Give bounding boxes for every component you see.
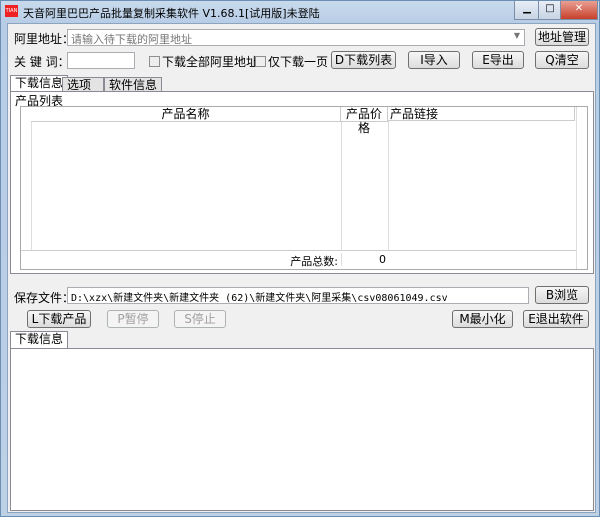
checkbox-label: 仅下载一页 xyxy=(268,55,329,69)
export-button[interactable]: E导出 xyxy=(472,51,524,69)
save-path-input[interactable]: D:\xzx\新建文件夹\新建文件夹 (62)\新建文件夹\阿里采集\csv08… xyxy=(67,287,529,304)
address-placeholder: 请输入待下载的阿里地址 xyxy=(71,33,192,46)
app-logo-icon: TIAN xyxy=(5,5,18,17)
exit-button[interactable]: E退出软件 xyxy=(523,310,589,328)
column-divider xyxy=(31,107,32,269)
clear-button[interactable]: Q清空 xyxy=(535,51,589,69)
save-file-label: 保存文件： xyxy=(14,291,75,305)
total-value: 0 xyxy=(341,253,386,266)
column-header-name[interactable]: 产品名称 xyxy=(31,107,341,122)
total-row: 产品总数: 0 xyxy=(21,250,576,269)
address-label: 阿里地址： xyxy=(14,32,75,46)
window-title: 天音阿里巴巴产品批量复制采集软件 V1.68.1[试用版]未登陆 xyxy=(23,7,320,20)
import-button[interactable]: I导入 xyxy=(408,51,460,69)
stop-button[interactable]: S停止 xyxy=(174,310,226,328)
minimize-button[interactable]: M最小化 xyxy=(452,310,513,328)
log-area[interactable] xyxy=(10,348,594,511)
checkbox-icon xyxy=(255,56,266,67)
address-input[interactable]: 请输入待下载的阿里地址 ▼ xyxy=(67,29,525,46)
app-window: TIAN 天音阿里巴巴产品批量复制采集软件 V1.68.1[试用版]未登陆 ▁ … xyxy=(0,0,600,517)
one-page-checkbox[interactable]: 仅下载一页 xyxy=(255,53,328,70)
pause-button[interactable]: P暂停 xyxy=(107,310,159,328)
chevron-down-icon[interactable]: ▼ xyxy=(514,31,520,40)
download-all-checkbox[interactable]: 下载全部阿里地址 xyxy=(149,53,258,70)
checkbox-icon xyxy=(149,56,160,67)
maximize-icon[interactable]: □ xyxy=(538,1,562,20)
column-header-price[interactable]: 产品价格 xyxy=(341,107,388,135)
keyword-label: 关 键 词： xyxy=(14,55,70,69)
address-manage-button[interactable]: 地址管理 xyxy=(535,28,589,46)
keyword-input[interactable] xyxy=(67,52,135,69)
checkbox-label: 下载全部阿里地址 xyxy=(162,55,259,69)
close-icon[interactable]: ✕ xyxy=(560,1,598,20)
column-divider xyxy=(341,107,342,269)
product-table: 产品名称 产品价格 产品链接 产品总数: 0 xyxy=(20,106,588,270)
column-header-link[interactable]: 产品链接 xyxy=(388,107,575,121)
download-list-button[interactable]: D下载列表 xyxy=(331,51,396,69)
download-info-panel: 产品列表 产品名称 产品价格 产品链接 产品总数: 0 xyxy=(10,91,594,274)
column-divider xyxy=(388,107,389,269)
tab-log[interactable]: 下载信息 xyxy=(10,331,69,349)
download-products-button[interactable]: L下载产品 xyxy=(27,310,91,328)
client-area: 阿里地址： 请输入待下载的阿里地址 ▼ 地址管理 关 键 词： 下载全部阿里地址 … xyxy=(7,23,596,513)
browse-button[interactable]: B浏览 xyxy=(535,286,589,304)
minimize-icon[interactable]: ▁ xyxy=(514,1,540,20)
total-label: 产品总数: xyxy=(290,255,338,268)
column-divider xyxy=(576,107,577,269)
